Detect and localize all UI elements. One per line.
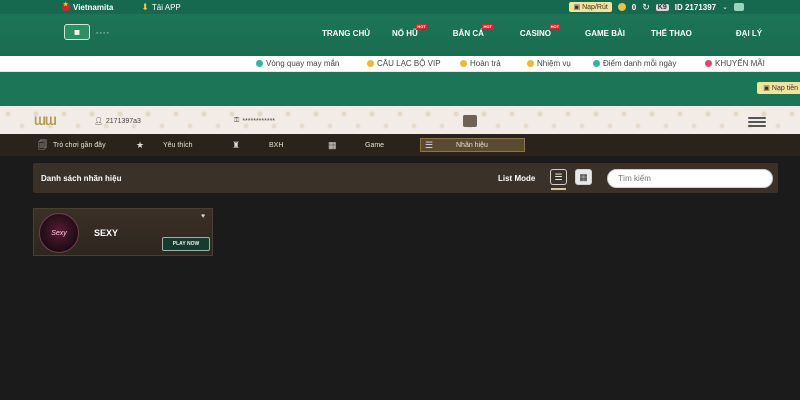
hot-badge: HOT xyxy=(416,24,427,29)
list-mode-label: List Mode xyxy=(498,174,536,183)
hot-badge: HOT xyxy=(549,24,561,29)
promo-daily-checkin[interactable]: Điểm danh mỗi ngày xyxy=(593,59,676,68)
chevron-down-icon[interactable]: ⌄ xyxy=(722,3,728,11)
coin-icon xyxy=(617,3,626,11)
recent-icon: 🗐︎ xyxy=(38,140,47,150)
tab-favorites[interactable]: ★ Yêu thích xyxy=(136,138,193,152)
gift-icon xyxy=(705,60,712,67)
tab-brands[interactable]: ☰ Nhãn hiệu xyxy=(420,138,525,152)
tab-game[interactable]: ▦ Game xyxy=(328,138,384,152)
username-display: 👤︎ 2171397a3 xyxy=(94,117,141,126)
grid-icon: ▦ xyxy=(328,140,337,150)
promo-promotions[interactable]: KHUYẾN MÃI xyxy=(705,59,765,68)
chat-icon[interactable] xyxy=(734,3,744,11)
grid-view-button[interactable]: ▦ xyxy=(575,169,592,185)
mission-icon xyxy=(527,60,534,67)
nav-item-card-games[interactable]: GAME BÀI xyxy=(585,29,625,38)
tab-leaderboard[interactable]: ♜ BXH xyxy=(232,138,283,152)
hot-badge: HOT xyxy=(482,24,493,29)
user-id: ID 2171397 xyxy=(674,2,717,12)
favorite-icon[interactable]: ♥ xyxy=(201,213,205,220)
password-mask: ************ xyxy=(242,117,276,125)
password-display: ⚿ ************ xyxy=(234,117,275,125)
refresh-icon[interactable]: ↻ xyxy=(642,2,650,13)
site-logo[interactable]: ▦ xyxy=(64,24,94,44)
key-icon: ⚿ xyxy=(234,117,240,124)
list-view-button[interactable]: ☰ xyxy=(550,169,567,185)
logo-wordmark: ▪▪▪▪ xyxy=(96,30,110,37)
brand-name: SEXY xyxy=(94,228,119,238)
account-controls: ▣ Nạp/Rút 0 ↻ K9 ID 2171397 ⌄ xyxy=(569,0,744,14)
vietnam-flag-icon xyxy=(62,1,70,11)
promo-missions[interactable]: Nhiệm vụ xyxy=(527,59,571,68)
hamburger-menu-icon[interactable] xyxy=(748,117,766,129)
nav-item-agent[interactable]: ĐẠI LÝ xyxy=(736,29,762,38)
user-icon: 👤︎ xyxy=(94,118,103,125)
rebate-icon xyxy=(460,60,467,67)
diamond-icon xyxy=(367,60,374,67)
nav-item-slots[interactable]: NỔ HŨ HOT xyxy=(392,24,427,38)
tab-recent-games[interactable]: 🗐︎ Trò chơi gần đây xyxy=(38,138,106,152)
nav-item-fishing[interactable]: BẮN CÁ HOT xyxy=(453,24,493,38)
deposit-withdraw-button[interactable]: ▣ Nạp/Rút xyxy=(569,2,612,12)
play-now-button[interactable]: PLAY NOW xyxy=(162,237,210,251)
deposit-button[interactable]: ▣ Nạp tiền xyxy=(757,82,800,94)
wheel-icon xyxy=(256,60,263,67)
language-selector[interactable]: Vietnamita xyxy=(62,1,114,12)
active-mode-underline xyxy=(551,188,566,190)
deposit-withdraw-label: Nạp/Rút xyxy=(582,3,608,11)
brand-icon: ☰ xyxy=(425,140,434,150)
nav-item-casino[interactable]: CASINO HOT xyxy=(520,24,561,38)
logo-badge-icon: ▦ xyxy=(64,24,90,40)
brand-list-header: Danh sách nhãn hiệu List Mode ☰ ▦ xyxy=(33,163,778,193)
green-band: ▣ Nạp tiền xyxy=(0,72,800,106)
promo-bar: Vòng quay may mắn CÂU LẠC BỘ VIP Hoàn tr… xyxy=(0,56,800,72)
top-utility-bar: Vietnamita ⬇ Tải APP ▣ Nạp/Rút 0 ↻ K9 ID… xyxy=(0,0,800,14)
category-bar: 🗐︎ Trò chơi gần đây ★ Yêu thích ♜ BXH ▦ Game… xyxy=(0,134,800,156)
brand-list-title: Danh sách nhãn hiệu xyxy=(41,174,122,183)
star-icon: ★ xyxy=(136,140,145,150)
brand-w-logo: ƜƜ xyxy=(34,114,57,128)
balance-value: 0 xyxy=(631,2,637,12)
profile-strip: ƜƜ 👤︎ 2171397a3 ⚿ ************ xyxy=(0,106,800,134)
main-menu: TRANG CHỦ NỔ HŨ HOT BẮN CÁ HOT CASINO HOT G… xyxy=(322,24,762,38)
download-app-link[interactable]: ⬇ Tải APP xyxy=(141,2,180,13)
podium-icon: ♜ xyxy=(232,140,241,150)
username-label: 2171397a3 xyxy=(105,117,141,125)
list-icon: ☰ xyxy=(554,171,563,182)
grid-icon: ▦ xyxy=(579,171,588,182)
language-label: Vietnamita xyxy=(73,2,114,12)
brand-card[interactable]: Sexy SEXY ♥ PLAY NOW xyxy=(33,208,213,256)
brand-logo: Sexy xyxy=(39,213,79,253)
app-label: Tải APP xyxy=(151,2,181,12)
promo-rebate[interactable]: Hoàn trả xyxy=(460,59,501,68)
wallet-icon: ▣ xyxy=(763,85,770,92)
main-navbar: ▦ ▪▪▪▪ TRANG CHỦ NỔ HŨ HOT BẮN CÁ HOT CASI… xyxy=(0,14,800,56)
nav-item-home[interactable]: TRANG CHỦ xyxy=(322,29,370,38)
search-input[interactable] xyxy=(607,169,773,188)
download-icon: ⬇ xyxy=(141,1,149,12)
wallet-icon: ▣ xyxy=(573,4,581,11)
nav-item-sports[interactable]: THỂ THAO xyxy=(651,29,692,38)
vip-badge: K9 xyxy=(655,3,669,11)
promo-vip-club[interactable]: CÂU LẠC BỘ VIP xyxy=(367,59,441,68)
calendar-icon xyxy=(593,60,600,67)
deposit-label: Nạp tiền xyxy=(771,84,798,92)
wallet-icon[interactable] xyxy=(463,115,477,127)
promo-lucky-wheel[interactable]: Vòng quay may mắn xyxy=(256,59,339,68)
